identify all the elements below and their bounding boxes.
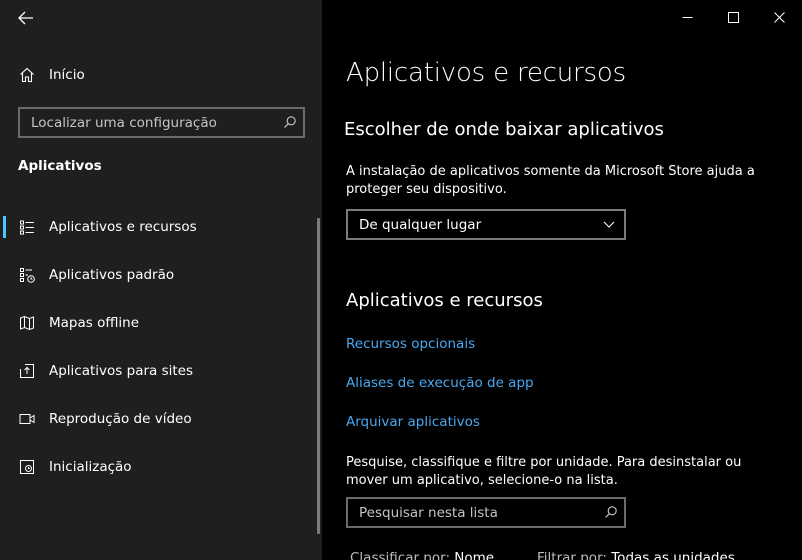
apps-features-heading: Aplicativos e recursos [346, 290, 543, 311]
minimize-button[interactable] [664, 0, 710, 34]
sidebar-item-label: Aplicativos para sites [49, 363, 193, 379]
chevron-down-icon [603, 219, 615, 229]
sidebar-item-default-apps[interactable]: Aplicativos padrão [0, 255, 322, 295]
search-icon[interactable] [283, 115, 297, 129]
video-icon [18, 410, 36, 428]
minimize-icon [682, 16, 692, 18]
search-icon[interactable] [604, 505, 618, 519]
sidebar: Início Localizar uma configuração Aplica… [0, 0, 322, 560]
home-icon [18, 66, 36, 84]
dropdown-selected-value: De qualquer lugar [359, 217, 482, 233]
sidebar-item-label: Aplicativos padrão [49, 267, 175, 283]
sidebar-item-offline-maps[interactable]: Mapas offline [0, 303, 322, 343]
sidebar-item-video-playback[interactable]: Reprodução de vídeo [0, 399, 322, 439]
sidebar-item-apps-for-sites[interactable]: Aplicativos para sites [0, 351, 322, 391]
sort-by-control[interactable]: Classificar por: Nome [350, 550, 494, 560]
archive-apps-link[interactable]: Arquivar aplicativos [346, 414, 480, 430]
sidebar-item-home[interactable]: Início [0, 55, 322, 95]
download-source-heading: Escolher de onde baixar aplicativos [344, 119, 664, 140]
sidebar-item-label: Inicialização [49, 459, 132, 475]
download-source-dropdown[interactable]: De qualquer lugar [346, 209, 626, 240]
search-placeholder: Pesquisar nesta lista [359, 505, 498, 521]
sort-label: Classificar por: [350, 550, 450, 560]
main-content: Aplicativos e recursos Escolher de onde … [322, 0, 802, 560]
close-button[interactable] [756, 0, 802, 34]
settings-search-input[interactable]: Localizar uma configuração [18, 107, 305, 138]
page-title: Aplicativos e recursos [346, 58, 626, 88]
app-list-search-input[interactable]: Pesquisar nesta lista [346, 497, 626, 528]
back-arrow-icon [18, 11, 33, 25]
apps-list-icon [18, 218, 36, 236]
download-source-description: A instalação de aplicativos somente da M… [346, 164, 755, 197]
default-apps-icon [18, 266, 36, 284]
map-icon [18, 314, 36, 332]
sidebar-item-apps-features[interactable]: Aplicativos e recursos [0, 207, 322, 247]
sidebar-item-label: Reprodução de vídeo [49, 411, 192, 427]
back-button[interactable] [10, 4, 42, 32]
search-placeholder: Localizar uma configuração [31, 115, 217, 131]
maximize-button[interactable] [710, 0, 756, 34]
filter-by-control[interactable]: Filtrar por: Todas as unidades [537, 550, 735, 560]
sidebar-item-label: Aplicativos e recursos [49, 219, 197, 235]
sidebar-item-label: Mapas offline [49, 315, 140, 331]
maximize-icon [727, 11, 739, 23]
close-icon [773, 11, 785, 23]
sort-value: Nome [454, 550, 495, 560]
sidebar-item-label: Início [49, 67, 85, 83]
open-in-app-icon [18, 362, 36, 380]
sidebar-item-startup[interactable]: Inicialização [0, 447, 322, 487]
startup-icon [18, 458, 36, 476]
optional-features-link[interactable]: Recursos opcionais [346, 336, 475, 352]
section-title: Aplicativos [18, 158, 102, 174]
app-execution-aliases-link[interactable]: Aliases de execução de app [346, 375, 534, 391]
search-description: Pesquise, classifique e filtre por unida… [346, 455, 742, 488]
filter-label: Filtrar por: [537, 550, 607, 560]
sidebar-scrollbar[interactable] [317, 218, 320, 534]
filter-value: Todas as unidades [611, 550, 735, 560]
